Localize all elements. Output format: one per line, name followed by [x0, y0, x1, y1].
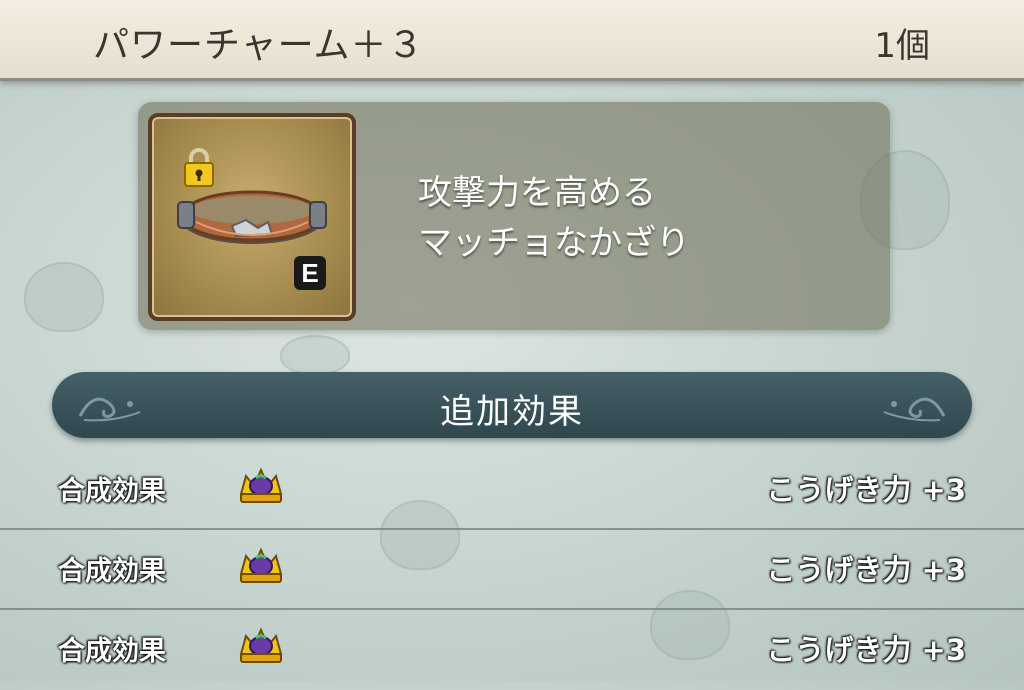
background-slime-pattern	[24, 262, 104, 332]
belt-icon	[177, 190, 327, 244]
item-description: 攻撃力を高める マッチョなかざり	[418, 168, 690, 268]
effect-row: 合成効果 こうげき力 +3	[0, 530, 1024, 610]
item-count: 1個	[874, 26, 930, 66]
item-header: パワーチャーム＋３ 1個	[0, 0, 1024, 81]
effect-value: こうげき力 +3	[766, 473, 966, 507]
effect-name: 合成効果	[58, 556, 166, 587]
effect-name: 合成効果	[58, 636, 166, 667]
equipped-badge: E	[294, 256, 326, 290]
effect-name: 合成効果	[58, 476, 166, 507]
crown-icon	[239, 467, 283, 503]
background-slime-pattern	[280, 335, 350, 375]
crown-icon	[239, 547, 283, 583]
ornament-swirl-icon	[883, 397, 946, 422]
effect-value: こうげき力 +3	[766, 553, 966, 587]
effect-row: 合成効果 こうげき力 +3	[0, 450, 1024, 530]
description-line: 攻撃力を高める	[418, 173, 656, 213]
section-header-bonus-effects: 追加効果	[52, 372, 972, 438]
effect-row: 合成効果 こうげき力 +3	[0, 610, 1024, 690]
crown-icon	[239, 627, 283, 663]
description-line: マッチョなかざり	[418, 223, 690, 263]
effect-value: こうげき力 +3	[766, 633, 966, 667]
item-title: パワーチャーム＋３	[93, 25, 425, 66]
section-title: 追加効果	[440, 392, 584, 432]
